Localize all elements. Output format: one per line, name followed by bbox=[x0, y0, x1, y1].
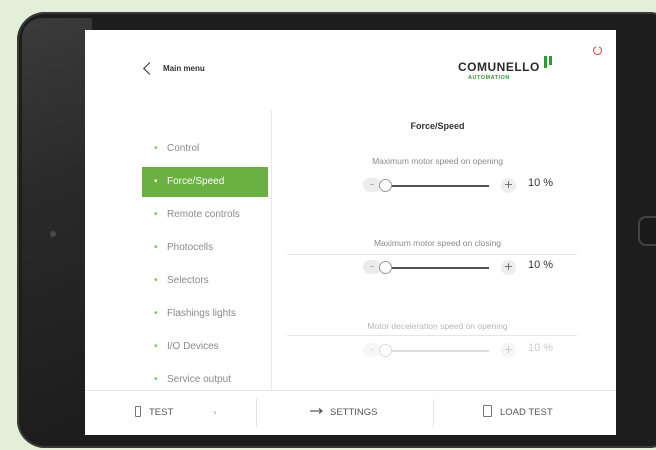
main-panel: Force/Speed Maximum motor speed on openi… bbox=[285, 110, 590, 416]
sidebar-item[interactable]: • Flashings lights bbox=[142, 299, 268, 329]
bottom-separator bbox=[433, 399, 434, 427]
param-value: 10 % bbox=[528, 259, 554, 271]
bottom-bar: TEST › SETTINGS LOAD TEST bbox=[85, 390, 616, 435]
test-button[interactable]: TEST › bbox=[135, 391, 216, 435]
bullet-icon: • bbox=[154, 308, 158, 319]
sidebar-item[interactable]: • Photocells bbox=[142, 233, 268, 263]
section-title: Force/Speed bbox=[410, 121, 465, 131]
param-label: Motor deceleration speed on opening bbox=[367, 321, 508, 331]
sidebar: • Control • Force/Speed • Remote controls • Pho… bbox=[142, 130, 268, 390]
increase-button[interactable]: + bbox=[501, 260, 516, 275]
bezel-reflection bbox=[22, 18, 92, 438]
load-test-icon bbox=[483, 405, 492, 418]
load-test-button[interactable]: LOAD TEST bbox=[483, 391, 553, 435]
settings-button[interactable]: SETTINGS bbox=[310, 391, 378, 435]
sidebar-item[interactable]: • Selectors bbox=[142, 266, 268, 296]
arrow-right-icon bbox=[310, 408, 323, 415]
phone-icon bbox=[135, 405, 141, 417]
speed-slider[interactable] bbox=[378, 261, 489, 274]
logo-text: COMUNELLO bbox=[458, 60, 540, 74]
param-label: Maximum motor speed on opening bbox=[372, 156, 503, 166]
back-chevron-icon[interactable] bbox=[143, 62, 156, 75]
bullet-icon: • bbox=[154, 176, 158, 187]
section-divider bbox=[287, 254, 577, 255]
home-button[interactable] bbox=[638, 216, 656, 246]
param-label: Maximum motor speed on closing bbox=[373, 238, 502, 248]
bottom-separator bbox=[256, 399, 257, 427]
back-label[interactable]: Main menu bbox=[163, 64, 205, 73]
speed-slider bbox=[378, 344, 489, 357]
power-icon[interactable] bbox=[593, 44, 602, 55]
load-test-label: LOAD TEST bbox=[500, 407, 553, 418]
logo-subtext: AUTOMATION bbox=[468, 75, 510, 81]
param-row: Maximum motor speed on closing – +10 % bbox=[285, 238, 590, 283]
app-screen: Main menu COMUNELLO AUTOMATION • Control •… bbox=[85, 30, 616, 435]
settings-label: SETTINGS bbox=[330, 407, 378, 418]
sidebar-item[interactable]: • Remote controls bbox=[142, 200, 268, 230]
bullet-icon: • bbox=[154, 143, 158, 154]
sidebar-item-label: Force/Speed bbox=[167, 176, 225, 187]
sidebar-item-label: Remote controls bbox=[167, 209, 240, 220]
test-arrow: › bbox=[213, 407, 217, 418]
sidebar-item-label: Photocells bbox=[167, 242, 214, 253]
sidebar-item[interactable]: • Force/Speed bbox=[142, 167, 268, 197]
param-value: 10 % bbox=[528, 177, 554, 189]
bullet-icon: • bbox=[154, 209, 158, 220]
sidebar-item-label: I/O Devices bbox=[167, 341, 219, 352]
bullet-icon: • bbox=[154, 275, 158, 286]
brand-logo: COMUNELLO AUTOMATION bbox=[458, 56, 558, 90]
header: Main menu COMUNELLO AUTOMATION bbox=[85, 30, 616, 110]
logo-mark-icon bbox=[544, 56, 552, 68]
bullet-icon: • bbox=[154, 341, 158, 352]
test-label: TEST bbox=[149, 407, 174, 418]
increase-button[interactable]: + bbox=[501, 178, 516, 193]
slider-knob[interactable] bbox=[378, 261, 392, 274]
sidebar-item-label: Flashings lights bbox=[167, 308, 236, 319]
speed-slider[interactable] bbox=[378, 179, 489, 192]
param-row: Maximum motor speed on opening – +10 % bbox=[285, 156, 590, 201]
param-value: 10 % bbox=[528, 342, 554, 354]
sidebar-item-label: Control bbox=[167, 143, 200, 154]
slider-knob bbox=[378, 344, 392, 357]
section-divider bbox=[287, 335, 577, 336]
sidebar-item-label: Service output bbox=[167, 374, 231, 385]
param-row: Motor deceleration speed on opening – +10 … bbox=[285, 321, 590, 366]
bullet-icon: • bbox=[154, 242, 158, 253]
increase-button: + bbox=[501, 343, 516, 358]
sidebar-item[interactable]: • Control bbox=[142, 134, 268, 164]
sidebar-divider bbox=[271, 110, 272, 390]
camera-icon bbox=[50, 231, 56, 237]
sidebar-item[interactable]: • I/O Devices bbox=[142, 332, 268, 362]
sidebar-item-label: Selectors bbox=[167, 275, 209, 286]
slider-knob[interactable] bbox=[378, 179, 392, 192]
